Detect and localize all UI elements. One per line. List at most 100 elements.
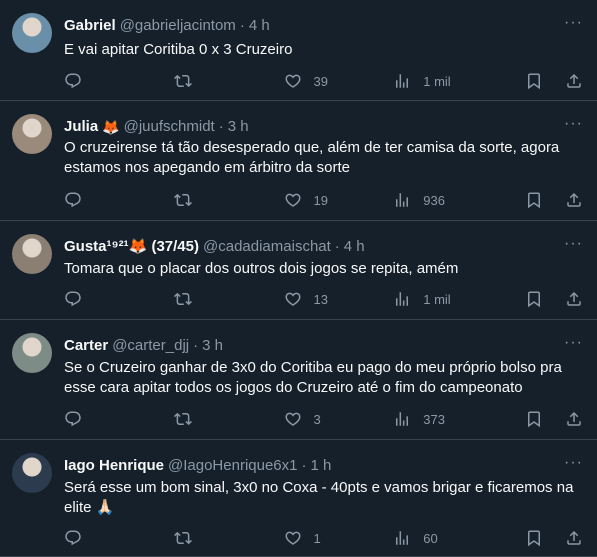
tweet-text: Se o Cruzeiro ganhar de 3x0 do Coritiba … (64, 358, 577, 398)
retweet-icon (173, 191, 192, 209)
bookmark-share-group (503, 410, 583, 428)
like-count: 1 (313, 530, 321, 546)
heart-icon (284, 191, 302, 209)
retweet-icon (173, 72, 192, 90)
bookmark-button[interactable] (525, 72, 543, 90)
more-options-icon[interactable]: ··· (564, 14, 583, 32)
user-handle[interactable]: @juufschmidt (124, 117, 215, 137)
like-count: 3 (313, 411, 321, 427)
user-handle[interactable]: @cadadiamaischat (203, 237, 331, 257)
bookmark-button[interactable] (525, 290, 543, 308)
display-name[interactable]: Gusta¹⁹²¹🦊 (37/45) (64, 237, 199, 257)
like-button[interactable]: 3 (284, 410, 362, 428)
user-handle[interactable]: @IagoHenrique6x1 (168, 456, 297, 476)
tweet-text-line: E vai apitar Coritiba 0 x 3 Cruzeiro (64, 41, 293, 58)
view-count: 936 (423, 192, 445, 208)
views-bar-chart-icon (393, 72, 411, 90)
timestamp[interactable]: 3 h (228, 117, 249, 137)
like-button[interactable]: 39 (284, 72, 362, 90)
tweet-actions: 1 60 (64, 527, 583, 549)
timestamp[interactable]: 3 h (202, 336, 223, 356)
tweet-header: Gusta¹⁹²¹🦊 (37/45) @cadadiamaischat · 4 … (64, 237, 557, 257)
bookmark-icon (525, 290, 543, 308)
views-button[interactable]: 1 mil (393, 290, 471, 308)
reply-icon (64, 410, 82, 428)
more-options-icon[interactable]: ··· (564, 115, 583, 133)
views-button[interactable]: 1 mil (393, 72, 471, 90)
reply-button[interactable] (64, 290, 142, 308)
share-icon (565, 410, 583, 428)
more-options-icon[interactable]: ··· (564, 334, 583, 352)
heart-icon (284, 290, 302, 308)
tweet[interactable]: Carter @carter_djj · 3 h ··· Se o Cruzei… (0, 320, 597, 440)
tweet-text-line: Será esse um bom sinal, 3x0 no Coxa - 40… (64, 479, 574, 496)
bookmark-share-group (503, 290, 583, 308)
retweet-button[interactable] (173, 72, 252, 90)
reply-icon (64, 290, 82, 308)
display-name[interactable]: Gabriel (64, 16, 116, 36)
retweet-button[interactable] (173, 410, 252, 428)
views-bar-chart-icon (393, 410, 411, 428)
view-count: 60 (423, 530, 438, 546)
share-button[interactable] (565, 72, 583, 90)
share-button[interactable] (565, 529, 583, 547)
tweet[interactable]: Gusta¹⁹²¹🦊 (37/45) @cadadiamaischat · 4 … (0, 221, 597, 320)
retweet-button[interactable] (173, 191, 252, 209)
avatar[interactable] (12, 453, 52, 493)
tweet-text: Tomara que o placar dos outros dois jogo… (64, 259, 577, 279)
reply-button[interactable] (64, 191, 142, 209)
timestamp[interactable]: 4 h (344, 237, 365, 257)
separator-dot: · (239, 17, 245, 34)
share-button[interactable] (565, 191, 583, 209)
heart-icon (284, 72, 302, 90)
tweet-header: Gabriel @gabrieljacintom · 4 h (64, 16, 557, 36)
tweet-text-line: Tomara que o placar dos outros dois jogo… (64, 260, 459, 277)
tweet[interactable]: Iago Henrique @IagoHenrique6x1 · 1 h ···… (0, 440, 597, 557)
share-button[interactable] (565, 410, 583, 428)
tweet-actions: 13 1 mil (64, 288, 583, 310)
reply-icon (64, 191, 82, 209)
bookmark-icon (525, 191, 543, 209)
reply-button[interactable] (64, 410, 142, 428)
display-name[interactable]: Carter (64, 336, 108, 356)
like-button[interactable]: 13 (284, 290, 362, 308)
like-button[interactable]: 19 (284, 191, 362, 209)
avatar[interactable] (12, 234, 52, 274)
user-handle[interactable]: @carter_djj (112, 336, 189, 356)
tweet[interactable]: Gabriel @gabrieljacintom · 4 h ··· E vai… (0, 0, 597, 101)
avatar[interactable] (12, 13, 52, 53)
share-button[interactable] (565, 290, 583, 308)
bookmark-button[interactable] (525, 529, 543, 547)
retweet-button[interactable] (173, 529, 252, 547)
display-name[interactable]: Iago Henrique (64, 456, 164, 476)
retweet-button[interactable] (173, 290, 252, 308)
retweet-icon (173, 290, 192, 308)
views-bar-chart-icon (393, 529, 411, 547)
views-button[interactable]: 60 (393, 529, 471, 547)
user-handle[interactable]: @gabrieljacintom (120, 16, 236, 36)
tweet-header: Julia 🦊 @juufschmidt · 3 h (64, 117, 557, 137)
timestamp[interactable]: 4 h (249, 16, 270, 36)
views-button[interactable]: 373 (393, 410, 471, 428)
timestamp[interactable]: 1 h (311, 456, 332, 476)
view-count: 373 (423, 411, 445, 427)
share-icon (565, 290, 583, 308)
display-name[interactable]: Julia (64, 117, 98, 137)
tweet-actions: 3 373 (64, 408, 583, 430)
views-button[interactable]: 936 (393, 191, 471, 209)
reply-button[interactable] (64, 529, 142, 547)
reply-icon (64, 72, 82, 90)
bookmark-button[interactable] (525, 191, 543, 209)
tweet[interactable]: Julia 🦊 @juufschmidt · 3 h ··· O cruzeir… (0, 101, 597, 221)
reply-button[interactable] (64, 72, 142, 90)
like-button[interactable]: 1 (284, 529, 362, 547)
like-count: 39 (313, 73, 328, 89)
more-options-icon[interactable]: ··· (564, 454, 583, 472)
share-icon (565, 72, 583, 90)
bookmark-button[interactable] (525, 410, 543, 428)
avatar[interactable] (12, 333, 52, 373)
bookmark-share-group (503, 191, 583, 209)
separator-dot: · (301, 457, 307, 474)
more-options-icon[interactable]: ··· (564, 235, 583, 253)
avatar[interactable] (12, 114, 52, 154)
